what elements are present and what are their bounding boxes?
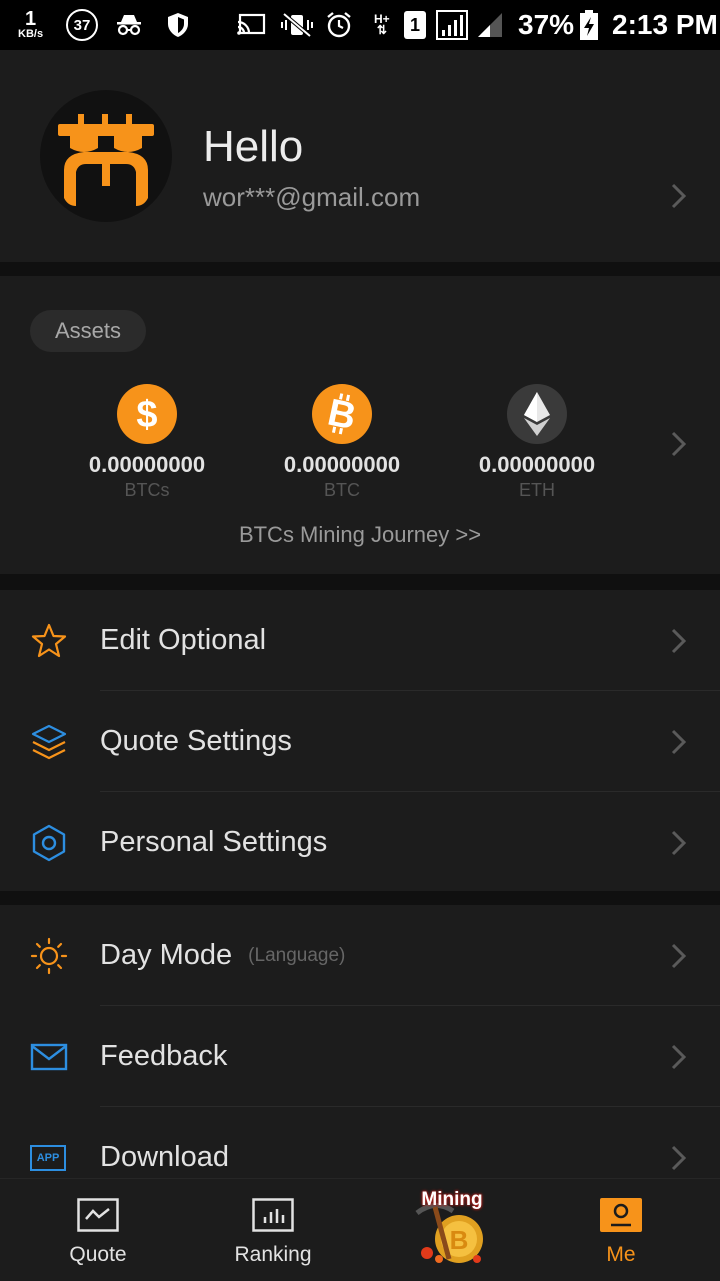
chevron-right-icon [671, 1044, 687, 1070]
nav-me[interactable]: Me [546, 1179, 696, 1281]
notification-count-icon: 37 [66, 0, 98, 50]
mail-icon [30, 1043, 68, 1071]
vibrate-mute-icon [280, 0, 314, 50]
dollar-coin-icon: $ [117, 384, 177, 444]
chevron-right-icon [671, 729, 687, 755]
section-divider [0, 891, 720, 905]
menu-item-label: Quote Settings [100, 725, 292, 757]
menu-item-edit-optional[interactable]: Edit Optional [0, 590, 720, 691]
svg-text:$: $ [136, 394, 157, 436]
menu-item-label: Edit Optional [100, 624, 267, 656]
profile-card[interactable]: Hello wor***@gmail.com [0, 50, 720, 262]
network-type: H+ ⇅ [374, 12, 390, 37]
asset-coin[interactable]: 0.00000000 ETH [452, 384, 622, 501]
alarm-icon [325, 0, 353, 50]
menu-item-personal-settings[interactable]: Personal Settings [0, 792, 720, 893]
nav-label: Ranking [234, 1243, 312, 1266]
section-divider [0, 574, 720, 590]
assets-card[interactable]: Assets $ 0.00000000 BTCs B 0.00000000 BT… [0, 276, 720, 574]
nav-ranking[interactable]: Ranking [198, 1179, 348, 1281]
assets-title: Assets [30, 310, 146, 352]
hexagon-icon [32, 824, 66, 862]
menu-item-day-mode[interactable]: Day Mode (Language) [0, 905, 720, 1006]
signal-full-icon [436, 0, 468, 50]
mining-journey-link[interactable]: BTCs Mining Journey >> [0, 522, 720, 548]
nav-mining[interactable]: B Mining [373, 1179, 523, 1281]
mining-badge-text: Mining [421, 1189, 483, 1210]
avatar[interactable] [40, 90, 172, 222]
sun-icon [30, 937, 68, 975]
nav-quote[interactable]: Quote [23, 1179, 173, 1281]
clock: 2:13 PM [612, 0, 718, 50]
chevron-right-icon [671, 628, 687, 654]
net-speed: 1 KB/s [18, 0, 43, 50]
settings-menu: Edit Optional Quote Settings Personal Se… [0, 590, 720, 891]
asset-coin[interactable]: $ 0.00000000 BTCs [62, 384, 232, 501]
app-icon: APP [30, 1145, 66, 1171]
bar-chart-icon [252, 1198, 294, 1232]
coin-amount: 0.00000000 [283, 452, 401, 477]
chevron-right-icon[interactable] [670, 430, 688, 458]
menu-item-sublabel: (Language) [248, 944, 346, 966]
nav-label: Quote [69, 1243, 127, 1266]
layers-icon [31, 724, 67, 760]
cast-icon [236, 0, 266, 50]
menu-item-download[interactable]: APP Download [0, 1107, 720, 1178]
chevron-right-icon [671, 943, 687, 969]
shield-icon [166, 0, 190, 50]
asset-coin[interactable]: B 0.00000000 BTC [257, 384, 427, 501]
menu-item-label: Personal Settings [100, 826, 328, 858]
profile-icon [600, 1198, 642, 1232]
menu-item-feedback[interactable]: Feedback [0, 1006, 720, 1107]
signal-partial-icon [476, 0, 504, 50]
chart-icon [77, 1198, 119, 1232]
battery-percent: 37% [518, 0, 574, 50]
battery-charging-icon [578, 0, 600, 50]
ethereum-icon [507, 384, 567, 444]
menu-item-label: Feedback [100, 1040, 228, 1072]
section-divider [0, 262, 720, 276]
chevron-right-icon [671, 830, 687, 856]
notification-count: 37 [66, 9, 98, 41]
status-bar: 1 KB/s 37 H+ ⇅ 1 37% 2:13 PM [0, 0, 720, 50]
chevron-right-icon [671, 1145, 687, 1171]
menu-item-label: Download [100, 1141, 229, 1173]
general-menu: Day Mode (Language) Feedback APP Download [0, 905, 720, 1178]
sim-icon: 1 [404, 0, 426, 50]
menu-item-label: Day Mode (Language) [100, 939, 346, 971]
coin-amount: 0.00000000 [478, 452, 596, 477]
coin-symbol: BTCs [124, 480, 170, 500]
coin-symbol: BTC [324, 480, 360, 500]
user-email: wor***@gmail.com [203, 182, 421, 212]
logo-icon [58, 114, 154, 206]
menu-item-quote-settings[interactable]: Quote Settings [0, 691, 720, 792]
mining-icon: B Mining [413, 1189, 491, 1267]
coin-amount: 0.00000000 [88, 452, 206, 477]
clock-text: 2:13 PM [612, 9, 718, 40]
svg-text:B: B [450, 1225, 469, 1255]
net-speed-value: 1 [24, 8, 37, 30]
chevron-right-icon[interactable] [670, 182, 688, 210]
sim-badge: 1 [404, 11, 426, 39]
nav-label: Me [606, 1243, 636, 1266]
battery-text: 37% [518, 9, 575, 40]
star-icon [31, 623, 67, 658]
greeting: Hello [203, 122, 304, 171]
bottom-navigation: Quote Ranking B Mining Me [0, 1178, 720, 1281]
bitcoin-icon: B [312, 384, 372, 444]
incognito-icon [114, 0, 144, 50]
coin-symbol: ETH [519, 480, 555, 500]
net-speed-unit: KB/s [18, 28, 44, 40]
